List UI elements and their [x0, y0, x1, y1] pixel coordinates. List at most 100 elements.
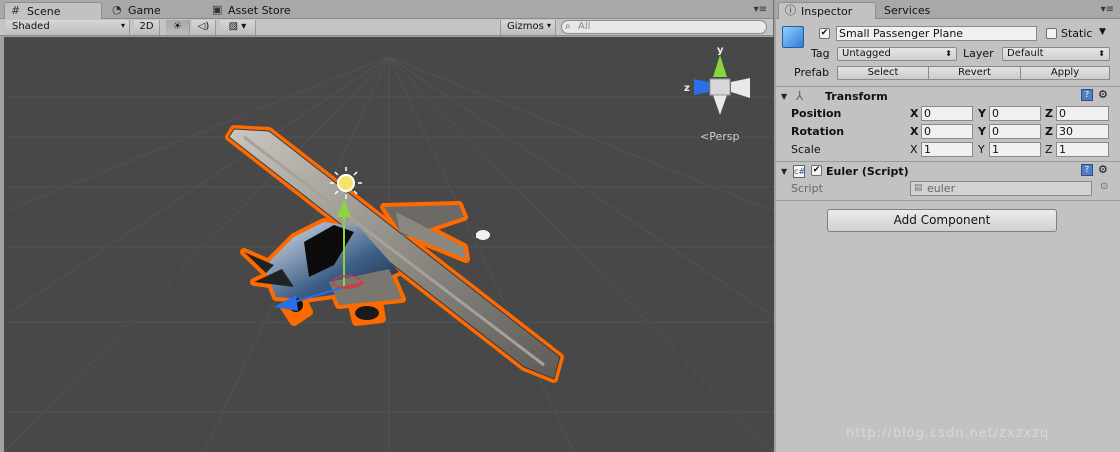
rotation-x-field[interactable]: 0 — [921, 124, 973, 139]
script-file-icon: ▤ — [914, 183, 923, 193]
position-x-label: X — [910, 107, 919, 120]
scene-viewport[interactable]: y z <Persp — [4, 37, 774, 452]
speaker-icon: ◁) — [197, 21, 210, 32]
static-checkbox[interactable] — [1046, 28, 1057, 39]
tab-game[interactable]: ◔ Game — [106, 2, 202, 19]
scene-search-input[interactable]: ⌕ All — [561, 20, 767, 34]
tag-value: Untagged — [842, 48, 891, 59]
static-dropdown-icon[interactable]: ▼ — [1099, 27, 1106, 37]
gizmos-label: Gizmos — [507, 21, 544, 32]
scale-label: Scale — [791, 143, 821, 156]
static-label: Static — [1061, 27, 1093, 40]
info-icon: ⓘ — [785, 4, 796, 17]
position-y-field[interactable]: 0 — [989, 106, 1041, 121]
scene-toolbar: Shaded ▾ 2D ☀ ◁) ▧ ▾ Gizmos ▾ ⌕ All — [0, 19, 773, 36]
tab-services-label: Services — [884, 4, 931, 17]
prefab-apply-button[interactable]: Apply — [1020, 66, 1110, 80]
layer-label: Layer — [963, 47, 994, 60]
2d-toggle-button[interactable]: 2D — [134, 20, 160, 35]
rotation-label: Rotation — [791, 125, 845, 138]
gameobject-name-field[interactable]: Small Passenger Plane — [836, 26, 1037, 41]
script-reference-field[interactable]: ▤ euler — [910, 181, 1092, 196]
position-z-field[interactable]: 0 — [1056, 106, 1109, 121]
rotation-z-field[interactable]: 30 — [1056, 124, 1109, 139]
pacman-icon: ◔ — [112, 3, 122, 16]
rotation-y-label: Y — [978, 125, 986, 138]
projection-label[interactable]: <Persp — [700, 130, 739, 143]
inspector-panel: ⓘ Inspector Services ▾≡ ✔ Small Passenge… — [776, 0, 1120, 452]
scene-panel: # Scene ◔ Game ▣ Asset Store ▾≡ Shaded ▾… — [0, 0, 774, 452]
transform-header[interactable]: ▼ ⅄ Transform ? ⚙ — [776, 88, 1120, 106]
position-y-label: Y — [978, 107, 986, 120]
tab-asset-store[interactable]: ▣ Asset Store — [206, 2, 316, 19]
shading-mode-dropdown[interactable]: Shaded ▾ — [6, 20, 130, 35]
grid-icon: # — [11, 4, 21, 17]
scale-y-field[interactable]: 1 — [989, 142, 1041, 157]
object-picker-icon[interactable]: ⊙ — [1100, 181, 1108, 192]
effects-dropdown[interactable]: ▧ ▾ — [220, 20, 256, 35]
transform-icon: ⅄ — [796, 89, 804, 103]
script-component-header[interactable]: ▼ c# ✔ Euler (Script) ? ⚙ — [776, 163, 1120, 181]
script-label: Script — [791, 182, 823, 195]
scale-x-field[interactable]: 1 — [921, 142, 973, 157]
chevron-down-icon: ▾ — [120, 21, 125, 30]
script-reference-value: euler — [927, 182, 956, 195]
inspector-tabbar: ⓘ Inspector Services ▾≡ — [776, 0, 1120, 19]
position-x-field[interactable]: 0 — [921, 106, 973, 121]
foldout-arrow-icon[interactable]: ▼ — [781, 167, 787, 176]
audio-toggle-button[interactable]: ◁) — [192, 20, 216, 35]
script-file-icon: c# — [793, 165, 806, 178]
tab-inspector[interactable]: ⓘ Inspector — [778, 2, 876, 19]
panel-menu-icon[interactable]: ▾≡ — [1101, 4, 1114, 15]
tab-asset-store-label: Asset Store — [228, 4, 291, 17]
active-checkbox[interactable]: ✔ — [819, 28, 830, 39]
shopping-bag-icon: ▣ — [212, 3, 223, 16]
2d-toggle-label: 2D — [139, 21, 154, 32]
image-icon: ▧ ▾ — [228, 21, 247, 32]
scale-x-label: X — [910, 143, 918, 156]
chevron-down-icon: ⬍ — [945, 49, 952, 58]
divider — [776, 86, 1120, 87]
prefab-label: Prefab — [794, 66, 830, 79]
gizmos-dropdown[interactable]: Gizmos ▾ — [500, 20, 556, 35]
projection-text: Persp — [709, 130, 740, 143]
gear-icon[interactable]: ⚙ — [1098, 88, 1108, 101]
tab-game-label: Game — [128, 4, 161, 17]
help-icon[interactable]: ? — [1081, 164, 1093, 176]
position-label: Position — [791, 107, 842, 120]
position-z-label: Z — [1045, 107, 1053, 120]
prefab-revert-button[interactable]: Revert — [928, 66, 1021, 80]
scene-canvas — [4, 55, 774, 452]
transform-title: Transform — [825, 90, 888, 103]
tag-dropdown[interactable]: Untagged ⬍ — [837, 47, 957, 61]
prefab-select-button[interactable]: Select — [837, 66, 929, 80]
add-component-button[interactable]: Add Component — [827, 209, 1057, 232]
scale-z-label: Z — [1045, 143, 1053, 156]
sun-icon: ☀ — [173, 21, 182, 32]
layer-dropdown[interactable]: Default ⬍ — [1002, 47, 1110, 61]
scale-z-field[interactable]: 1 — [1056, 142, 1109, 157]
gameobject-cube-icon — [782, 26, 804, 48]
axis-y-label: y — [717, 45, 724, 56]
tab-services[interactable]: Services — [878, 2, 958, 19]
airplane-model[interactable] — [225, 125, 564, 383]
panel-menu-icon[interactable]: ▾≡ — [754, 4, 767, 15]
watermark-text: http://blog.csdn.net/zxzxzq — [846, 426, 1050, 441]
scale-y-label: Y — [978, 143, 985, 156]
scene-tabbar: # Scene ◔ Game ▣ Asset Store ▾≡ — [0, 0, 773, 19]
orientation-gizmo[interactable] — [694, 55, 756, 115]
tab-scene[interactable]: # Scene — [4, 2, 102, 19]
axis-z-label: z — [684, 83, 690, 94]
divider — [776, 200, 1120, 201]
script-component-title: Euler (Script) — [826, 165, 909, 178]
help-icon[interactable]: ? — [1081, 89, 1093, 101]
chevron-down-icon: ⬍ — [1098, 49, 1105, 58]
script-enabled-checkbox[interactable]: ✔ — [811, 165, 822, 176]
audio-source-icon[interactable] — [476, 230, 490, 240]
lighting-toggle-button[interactable]: ☀ — [166, 20, 190, 35]
rotation-y-field[interactable]: 0 — [989, 124, 1041, 139]
divider — [776, 161, 1120, 162]
foldout-arrow-icon[interactable]: ▼ — [781, 92, 787, 101]
search-icon: ⌕ — [565, 21, 571, 32]
gear-icon[interactable]: ⚙ — [1098, 163, 1108, 176]
